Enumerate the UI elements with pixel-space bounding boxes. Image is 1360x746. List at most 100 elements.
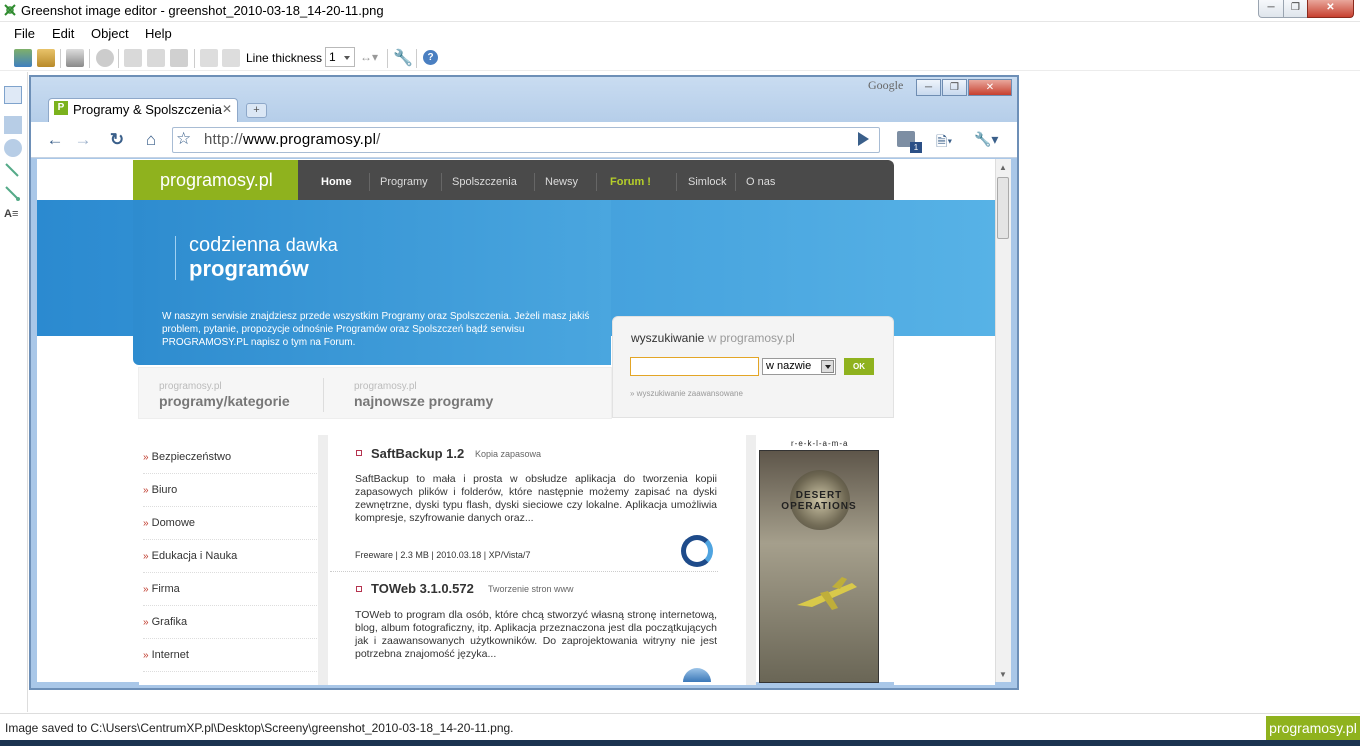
category-label: Internet	[151, 649, 189, 661]
site-nav-programy: Programy	[380, 176, 428, 188]
category-item: » Domowe	[143, 507, 317, 540]
tab-close-icon: ✕	[222, 102, 233, 116]
tab-title: Programy & Spolszczenia	[73, 102, 222, 117]
print-icon[interactable]	[66, 49, 84, 67]
line-thickness-value: 1	[329, 50, 336, 64]
search-ok-button: OK	[844, 358, 874, 375]
saftbackup-logo-icon	[681, 535, 713, 567]
select-tool-icon[interactable]	[4, 86, 22, 104]
arrow-heads-icon[interactable]: ↔▾	[360, 50, 378, 64]
ad-title: DESERT OPERATIONS	[781, 490, 857, 512]
go-icon	[858, 132, 869, 146]
double-arrow-icon: »	[143, 452, 149, 463]
hero-divider	[175, 236, 176, 280]
ellipse-tool-icon[interactable]	[4, 139, 22, 157]
site-favicon-icon: P	[54, 101, 68, 115]
status-message: Image saved to C:\Users\CentrumXP.pl\Des…	[5, 721, 514, 735]
delete-icon[interactable]	[96, 49, 114, 67]
category-item: » Grafika	[143, 606, 317, 639]
browser-minimize-icon: ─	[916, 79, 941, 96]
line-tool-icon[interactable]	[4, 162, 22, 180]
site-nav-o-nas: O nas	[746, 176, 776, 188]
menu-help[interactable]: Help	[145, 26, 172, 41]
home-icon: ⌂	[145, 130, 157, 149]
scrollbar-thumb	[997, 177, 1009, 239]
toolbar-separator	[387, 49, 388, 68]
back-icon: ←	[46, 130, 64, 149]
menu-object[interactable]: Object	[91, 26, 129, 41]
hero-word-codzienna: codzienna	[189, 234, 281, 256]
maximize-button[interactable]: ❐	[1283, 0, 1308, 18]
scroll-down-icon: ▼	[999, 670, 1007, 679]
toolbar-separator	[89, 49, 90, 68]
line-thickness-select[interactable]: 1	[325, 47, 355, 67]
site-nav-simlock: Simlock	[688, 176, 727, 188]
hero-heading-1: codzienna dawka	[189, 234, 338, 257]
reload-icon: ↻	[109, 130, 125, 149]
clipboard-copy-icon[interactable]	[37, 49, 55, 67]
settings-wrench-icon: 🔧▾	[974, 131, 999, 147]
window-title: Greenshot image editor - greenshot_2010-…	[21, 3, 384, 18]
minimize-button[interactable]: ─	[1258, 0, 1284, 18]
forward-icon: →	[74, 130, 92, 149]
arrow-tool-icon[interactable]	[4, 185, 22, 203]
category-label: Grafika	[151, 616, 188, 628]
section-small-label: programosy.pl	[159, 381, 222, 392]
menu-edit[interactable]: Edit	[52, 26, 74, 41]
program-description: TOWeb to program dla osób, które chcą st…	[355, 609, 717, 660]
program-divider	[330, 571, 718, 572]
send-to-back-icon[interactable]	[222, 49, 240, 67]
watermark-logo: programosy.pl	[1266, 716, 1360, 740]
nav-separator	[441, 173, 442, 191]
url-suffix: /	[376, 131, 381, 148]
browser-maximize-icon: ❐	[942, 79, 967, 96]
wrench-icon[interactable]: 🔧	[393, 48, 413, 68]
category-item: » Bezpieczeństwo	[143, 441, 317, 474]
rectangle-tool-icon[interactable]	[4, 116, 22, 134]
program-meta: Freeware | 2.3 MB | 2010.03.18 | XP/Vist…	[355, 550, 531, 560]
category-label: Edukacja i Nauka	[151, 550, 238, 562]
site-nav-newsy: Newsy	[545, 176, 579, 188]
section-najnowsze-programy: najnowsze programy	[354, 393, 494, 409]
google-label: Google	[868, 78, 904, 92]
category-item: » Edukacja i Nauka	[143, 540, 317, 573]
chevron-down-icon	[821, 360, 834, 373]
url-prefix: http://	[204, 131, 243, 148]
copy-icon[interactable]	[147, 49, 165, 67]
new-tab-icon: +	[246, 103, 267, 118]
close-button[interactable]: ✕	[1307, 0, 1354, 18]
save-as-icon[interactable]	[14, 49, 32, 67]
menu-file[interactable]: File	[14, 26, 35, 41]
section-small-label: programosy.pl	[354, 381, 417, 392]
category-item: » Biuro	[143, 474, 317, 507]
category-label: Bezpieczeństwo	[151, 451, 232, 463]
extension-badge: 1	[910, 142, 922, 153]
site-nav-spolszczenia: Spolszczenia	[452, 176, 517, 188]
paste-icon[interactable]	[170, 49, 188, 67]
help-icon[interactable]: ?	[423, 50, 438, 65]
double-arrow-icon: »	[143, 485, 149, 496]
site-nav-home: Home	[321, 176, 352, 188]
category-item: » Firma	[143, 573, 317, 606]
bring-to-front-icon[interactable]	[200, 49, 218, 67]
hero-description: W naszym serwisie znajdziesz przede wszy…	[162, 311, 590, 348]
program-title: TOWeb 3.1.0.572	[371, 581, 474, 596]
site-nav-forum: Forum !	[610, 176, 651, 188]
section-divider	[323, 378, 324, 412]
cut-icon[interactable]	[124, 49, 142, 67]
search-title: wyszukiwanie w programosy.pl	[631, 331, 795, 345]
nav-separator	[596, 173, 597, 191]
nav-separator	[676, 173, 677, 191]
text-tool-icon[interactable]: A≡	[4, 208, 22, 226]
bullet-icon	[356, 450, 362, 456]
double-arrow-icon: »	[143, 617, 149, 628]
site-logo: programosy.pl	[133, 160, 298, 200]
url-host: www.programosy.pl	[242, 131, 377, 148]
nav-separator	[534, 173, 535, 191]
toolbar-separator	[194, 49, 195, 68]
nav-separator	[735, 173, 736, 191]
browser-close-icon: ✕	[968, 79, 1012, 96]
search-input	[630, 357, 759, 376]
bullet-icon	[356, 586, 362, 592]
double-arrow-icon: »	[143, 584, 149, 595]
